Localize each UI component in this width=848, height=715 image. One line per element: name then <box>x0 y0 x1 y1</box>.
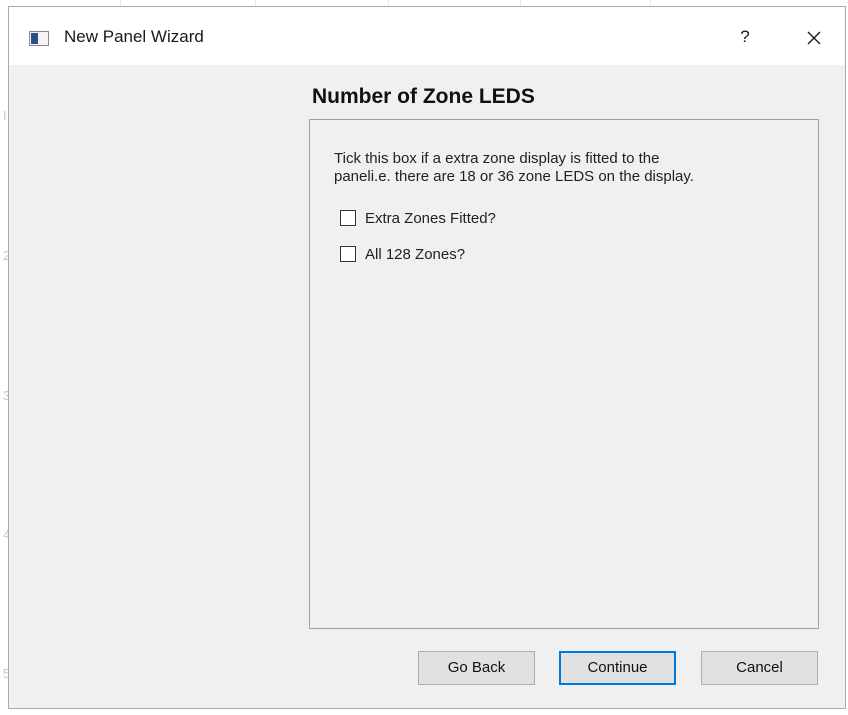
window-title: New Panel Wizard <box>64 27 204 46</box>
content-frame: Tick this box if a extra zone display is… <box>309 119 819 629</box>
go-back-button[interactable]: Go Back <box>418 651 535 685</box>
help-button[interactable]: ? <box>731 23 759 51</box>
all-128-zones-label[interactable]: All 128 Zones? <box>365 246 465 263</box>
continue-button[interactable]: Continue <box>559 651 676 685</box>
instruction-text: Tick this box if a extra zone display is… <box>334 150 694 185</box>
page-title: Number of Zone LEDS <box>312 85 535 108</box>
all-128-zones-option[interactable]: All 128 Zones? <box>340 244 465 264</box>
extra-zones-label[interactable]: Extra Zones Fitted? <box>365 210 496 227</box>
extra-zones-checkbox[interactable] <box>340 210 356 226</box>
background-ruler-mark: I <box>3 108 7 123</box>
cancel-button[interactable]: Cancel <box>701 651 818 685</box>
all-128-zones-checkbox[interactable] <box>340 246 356 262</box>
app-window-icon <box>29 31 49 46</box>
extra-zones-option[interactable]: Extra Zones Fitted? <box>340 208 496 228</box>
close-icon <box>807 31 821 45</box>
close-button[interactable] <box>799 23 829 53</box>
wizard-dialog: New Panel Wizard ? Number of Zone LEDS T… <box>8 6 846 709</box>
title-bar[interactable]: New Panel Wizard ? <box>9 7 845 65</box>
